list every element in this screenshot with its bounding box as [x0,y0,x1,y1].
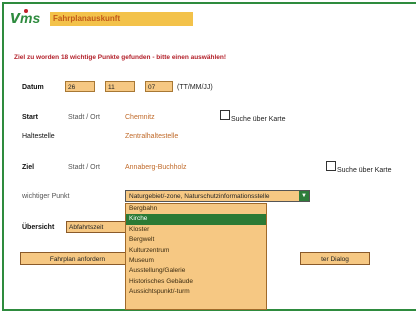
start-stop-value[interactable]: Zentralhaltestelle [125,133,178,140]
vms-logo: v ms [10,7,40,27]
poi-dropdown-list[interactable]: Bergbahn Kirche Kloster Bergwelt Kulturz… [125,203,267,310]
status-message: Ziel zu worden 18 wichtige Punkte gefund… [14,54,226,61]
month-input[interactable]: 11 [105,81,135,92]
dropdown-option[interactable]: Aussichtspunkt/-turm [126,287,266,297]
dialog-button[interactable]: ter Dialog [300,252,370,265]
date-format-hint: (TT/MM/JJ) [177,84,213,91]
ziel-type: Stadt / Ort [68,164,100,171]
datum-label: Datum [22,84,44,91]
dropdown-option[interactable]: Ausstellung/Galerie [126,266,266,276]
dropdown-option[interactable]: Bergbahn [126,204,266,214]
svg-text:ms: ms [20,10,40,26]
start-stop-label: Haltestelle [22,133,55,140]
ziel-label: Ziel [22,164,35,171]
ziel-city[interactable]: Annaberg-Buchholz [125,164,187,171]
year-input[interactable]: 07 [145,81,173,92]
uebersicht-label: Übersicht [22,224,55,231]
start-map-label: Suche über Karte [231,116,286,123]
poi-label: wichtiger Punkt [22,193,70,200]
fahrplan-button[interactable]: Fahrplan anfordern [20,252,135,265]
start-label: Start [22,114,38,121]
ziel-map-label: Suche über Karte [337,167,392,174]
poi-select[interactable]: Naturgebiet/-zone, Naturschutzinformatio… [125,190,310,202]
dropdown-option[interactable]: Museum [126,256,266,266]
dropdown-option[interactable]: Bergwelt [126,235,266,245]
banner-title: Fahrplanauskunft [50,12,193,26]
ziel-map-checkbox[interactable] [326,161,336,171]
day-input[interactable]: 26 [65,81,95,92]
start-city[interactable]: Chemnitz [125,114,155,121]
dropdown-option-highlighted[interactable]: Kirche [126,214,266,225]
start-type: Stadt / Ort [68,114,100,121]
dropdown-option[interactable]: Historisches Gebäude [126,277,266,287]
poi-selected-value: Naturgebiet/-zone, Naturschutzinformatio… [129,193,270,200]
uebersicht-select[interactable]: Abfahrtszeit [66,221,126,233]
chevron-down-icon[interactable]: ▼ [299,191,309,201]
dropdown-option[interactable]: Kloster [126,225,266,235]
dropdown-option[interactable]: Kulturzentrum [126,246,266,256]
start-map-checkbox[interactable] [220,110,230,120]
